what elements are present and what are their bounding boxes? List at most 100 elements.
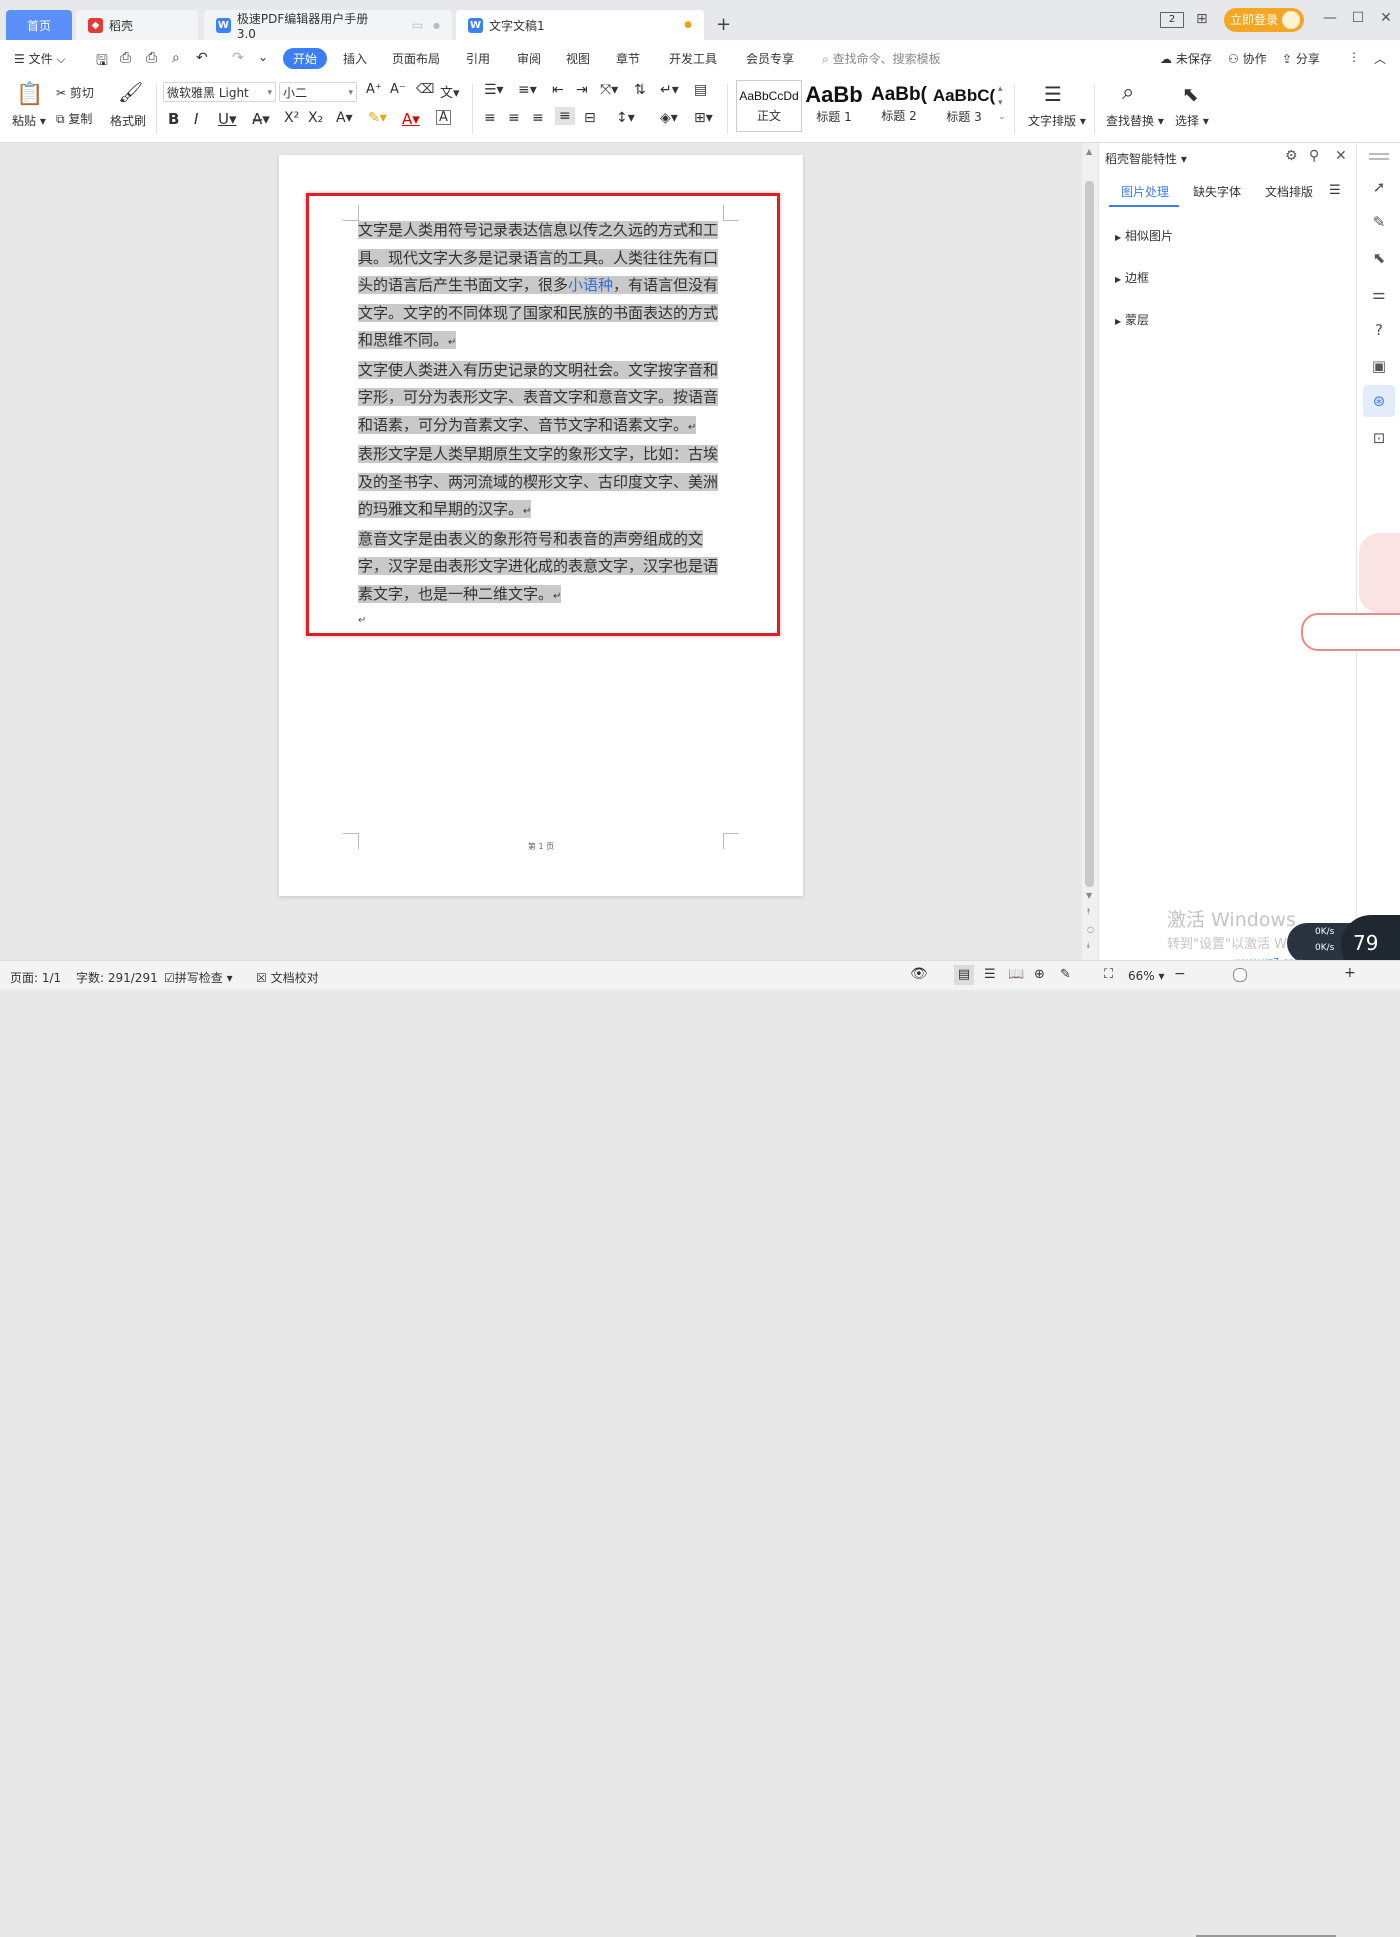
scroll-up-icon[interactable]: ▲	[1086, 147, 1092, 156]
show-marks-icon[interactable]: ↵▾	[660, 82, 679, 98]
collapse-ribbon-icon[interactable]: ︿	[1374, 50, 1386, 67]
text-layout-icon[interactable]: ☰	[1044, 82, 1062, 106]
print-preview-icon[interactable]: ⌕	[172, 50, 180, 66]
more-icon[interactable]: ⋮	[1348, 50, 1360, 64]
panel-item-border[interactable]: ▶ 边框	[1115, 269, 1149, 286]
panel-tab-layout[interactable]: 文档排版	[1265, 183, 1313, 200]
zoom-in-icon[interactable]: +	[1344, 965, 1356, 981]
tab-daoke[interactable]: ◆ 稻壳	[76, 10, 198, 40]
align-left-icon[interactable]: ≡	[484, 110, 496, 126]
book-icon[interactable]: ⊡	[1370, 429, 1388, 447]
shading-icon[interactable]: ◈▾	[660, 110, 678, 126]
mascot-sticker[interactable]	[1359, 533, 1400, 613]
minimize-icon[interactable]: —	[1320, 10, 1340, 30]
command-search[interactable]: ⌕ 查找命令、搜索模板	[822, 50, 941, 67]
subscript-icon[interactable]: X₂	[308, 110, 323, 126]
menu-insert[interactable]: 插入	[343, 50, 367, 67]
menu-review[interactable]: 审阅	[517, 50, 541, 67]
rocket-icon[interactable]: ➚	[1370, 178, 1388, 196]
menu-view[interactable]: 视图	[566, 50, 590, 67]
paste-icon[interactable]: 📋	[16, 82, 43, 107]
align-right-icon[interactable]: ≡	[532, 110, 544, 126]
menu-lines-icon[interactable]: ☰	[1329, 183, 1341, 198]
help-icon[interactable]: ?	[1370, 321, 1388, 339]
image-tool-icon[interactable]: ▣	[1370, 357, 1388, 375]
style-heading-2[interactable]: AaBb( 标题 2	[868, 80, 930, 130]
read-view-icon[interactable]: 📖	[1008, 967, 1024, 982]
panel-tab-image[interactable]: 图片处理	[1121, 183, 1169, 200]
prev-page-icon[interactable]: ⯭	[1086, 907, 1091, 917]
strikethrough-icon[interactable]: A̶▾	[252, 110, 270, 128]
tab-pdf-manual[interactable]: W 极速PDF编辑器用户手册3.0 ▭ ●	[204, 10, 452, 41]
unsaved-button[interactable]: ☁ 未保存	[1160, 50, 1212, 67]
page-indicator[interactable]: 页面: 1/1	[10, 969, 61, 986]
doc-proof-button[interactable]: ☒ 文档校对	[256, 969, 319, 986]
panel-tab-missing-fonts[interactable]: 缺失字体	[1193, 183, 1241, 200]
panel-item-mask[interactable]: ▶ 蒙层	[1115, 311, 1149, 328]
select-button[interactable]: 选择 ▾	[1175, 112, 1209, 129]
underline-icon[interactable]: U▾	[218, 110, 237, 128]
distributed-icon[interactable]: ⊟	[584, 110, 596, 126]
sort-icon[interactable]: ⇅	[634, 82, 646, 98]
zoom-slider-thumb[interactable]	[1233, 968, 1247, 982]
justify-icon[interactable]: ≡	[555, 107, 575, 125]
panel-item-similar-images[interactable]: ▶ 相似图片	[1115, 227, 1173, 244]
close-panel-icon[interactable]: ✕	[1335, 148, 1347, 164]
word-count[interactable]: 字数: 291/291	[76, 969, 158, 986]
superscript-icon[interactable]: X²	[284, 110, 299, 126]
copy-button[interactable]: ⧉ 复制	[56, 110, 92, 127]
numbering-icon[interactable]: ≡▾	[518, 82, 537, 98]
decrease-indent-icon[interactable]: ⇤	[552, 82, 564, 98]
collab-button[interactable]: ⚇ 协作	[1228, 50, 1267, 67]
settings-gear-icon[interactable]: ⚙	[1285, 148, 1298, 164]
panel-title[interactable]: 稻壳智能特性 ▾	[1105, 150, 1187, 167]
window-count-icon[interactable]: 2	[1160, 12, 1184, 28]
page-view-icon[interactable]: ▤	[954, 965, 974, 985]
text-effect-icon[interactable]: A▾	[336, 110, 353, 126]
clear-format-icon[interactable]: ⌫	[416, 82, 434, 97]
select-cursor-icon[interactable]: ⬉	[1182, 82, 1199, 106]
align-center-icon[interactable]: ≡	[508, 110, 520, 126]
write-view-icon[interactable]: ✎	[1060, 967, 1071, 982]
menu-reference[interactable]: 引用	[466, 50, 490, 67]
browse-object-icon[interactable]: ○	[1087, 925, 1094, 934]
borders-icon[interactable]: ⊞▾	[694, 110, 713, 126]
font-size-combo[interactable]: 小二 ▾	[279, 82, 357, 102]
cursor-icon[interactable]: ⬉	[1370, 249, 1388, 267]
menu-developer[interactable]: 开发工具	[669, 50, 717, 67]
new-tab-plus-icon[interactable]: +	[716, 14, 731, 35]
menu-chapter[interactable]: 章节	[616, 50, 640, 67]
paste-button[interactable]: 粘贴 ▾	[12, 112, 46, 129]
tab-home[interactable]: 首页	[6, 10, 72, 40]
menu-member[interactable]: 会员专享	[746, 50, 794, 67]
quick-access-more-icon[interactable]: ⌄	[258, 50, 268, 64]
spell-check-button[interactable]: ☑拼写检查 ▾	[164, 969, 233, 986]
style-heading-3[interactable]: AaBbC( 标题 3	[932, 80, 996, 130]
print-icon[interactable]: ⎙	[146, 50, 157, 66]
web-view-icon[interactable]: ⊕	[1034, 967, 1045, 982]
eye-protect-icon[interactable]: 👁	[910, 966, 928, 982]
sliders-icon[interactable]: ⚌	[1370, 285, 1388, 303]
bold-icon[interactable]: B	[168, 110, 179, 128]
mascot-banner[interactable]	[1301, 613, 1400, 651]
apps-grid-icon[interactable]: ⊞	[1196, 11, 1208, 27]
pen-icon[interactable]: ✎	[1370, 213, 1388, 231]
fit-page-icon[interactable]: ⛶	[1104, 967, 1113, 982]
menu-file[interactable]: ☰ 文件 ⌵	[14, 50, 66, 67]
scroll-down-icon[interactable]: ▼	[1086, 891, 1092, 900]
highlight-icon[interactable]: ✎▾	[368, 110, 387, 126]
table-border-icon[interactable]: ▤	[694, 82, 707, 98]
bullets-icon[interactable]: ☰▾	[484, 82, 504, 98]
increase-indent-icon[interactable]: ⇥	[576, 82, 588, 98]
format-painter-button[interactable]: 格式刷	[110, 112, 146, 129]
close-window-icon[interactable]: ✕	[1376, 10, 1396, 30]
redo-icon[interactable]: ↷	[232, 50, 244, 66]
share-button[interactable]: ⇪ 分享	[1282, 50, 1320, 67]
shrink-font-icon[interactable]: A⁻	[390, 82, 406, 97]
login-button[interactable]: 立即登录	[1224, 8, 1304, 32]
menu-start[interactable]: 开始	[283, 48, 328, 69]
pin-icon[interactable]: ⚲	[1309, 148, 1319, 164]
maximize-icon[interactable]: ☐	[1348, 10, 1368, 30]
find-icon[interactable]: ⌕	[1122, 80, 1134, 105]
cut-button[interactable]: ✂ 剪切	[56, 84, 94, 101]
